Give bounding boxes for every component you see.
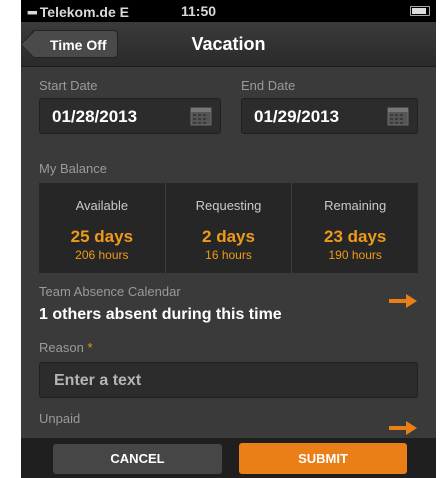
- team-absence-label: Team Absence Calendar: [39, 284, 181, 299]
- page-title: Vacation: [191, 34, 266, 54]
- arrow-right-icon[interactable]: [388, 293, 418, 309]
- navigation-bar: Time Off Vacation: [21, 22, 436, 67]
- reason-label-text: Reason: [39, 340, 84, 355]
- start-date-value: 01/28/2013: [52, 107, 138, 126]
- balance-panel: Available 25 days 206 hours Requesting 2…: [39, 183, 418, 273]
- required-mark: *: [87, 340, 93, 355]
- calendar-icon[interactable]: [387, 106, 409, 126]
- balance-title: Available: [75, 198, 129, 213]
- end-date-label: End Date: [241, 78, 296, 93]
- cancel-button[interactable]: CANCEL: [53, 444, 222, 474]
- carrier-name: Telekom.de E: [39, 4, 129, 20]
- status-time: 11:50: [181, 3, 217, 19]
- unpaid-label: Unpaid: [39, 411, 81, 426]
- end-date-field[interactable]: 01/29/2013: [241, 98, 418, 134]
- arrow-right-icon[interactable]: [388, 420, 418, 436]
- balance-available: Available 25 days 206 hours: [39, 183, 166, 273]
- balance-remaining: Remaining 23 days 190 hours: [292, 183, 418, 273]
- balance-requesting: Requesting 2 days 16 hours: [166, 183, 293, 273]
- reason-label: Reason *: [39, 340, 93, 355]
- carrier-signal: ▪▪▪ Telekom.de E: [27, 4, 129, 20]
- team-absence-summary: 1 others absent during this time: [39, 306, 282, 323]
- balance-days: 23 days: [323, 227, 387, 246]
- end-date-value: 01/29/2013: [254, 107, 340, 126]
- reason-input[interactable]: Enter a text: [39, 362, 418, 398]
- balance-title: Remaining: [324, 198, 387, 213]
- start-date-label: Start Date: [39, 78, 98, 93]
- battery-icon: [410, 6, 430, 16]
- app-screen: ▪▪▪ Telekom.de E 11:50 Time Off Vacation…: [21, 0, 436, 478]
- signal-icon: ▪▪▪: [27, 4, 38, 20]
- calendar-icon[interactable]: [190, 106, 212, 126]
- balance-label: My Balance: [39, 161, 107, 176]
- balance-hours: 16 hours: [205, 248, 252, 262]
- balance-title: Requesting: [195, 198, 262, 213]
- balance-hours: 206 hours: [75, 248, 129, 262]
- balance-hours: 190 hours: [328, 248, 382, 262]
- reason-placeholder: Enter a text: [54, 372, 142, 389]
- status-bar: ▪▪▪ Telekom.de E 11:50: [21, 0, 436, 22]
- start-date-field[interactable]: 01/28/2013: [39, 98, 221, 134]
- balance-days: 25 days: [70, 227, 134, 246]
- bottom-toolbar: CANCEL SUBMIT: [21, 438, 436, 478]
- balance-days: 2 days: [202, 227, 255, 246]
- submit-button[interactable]: SUBMIT: [239, 443, 407, 474]
